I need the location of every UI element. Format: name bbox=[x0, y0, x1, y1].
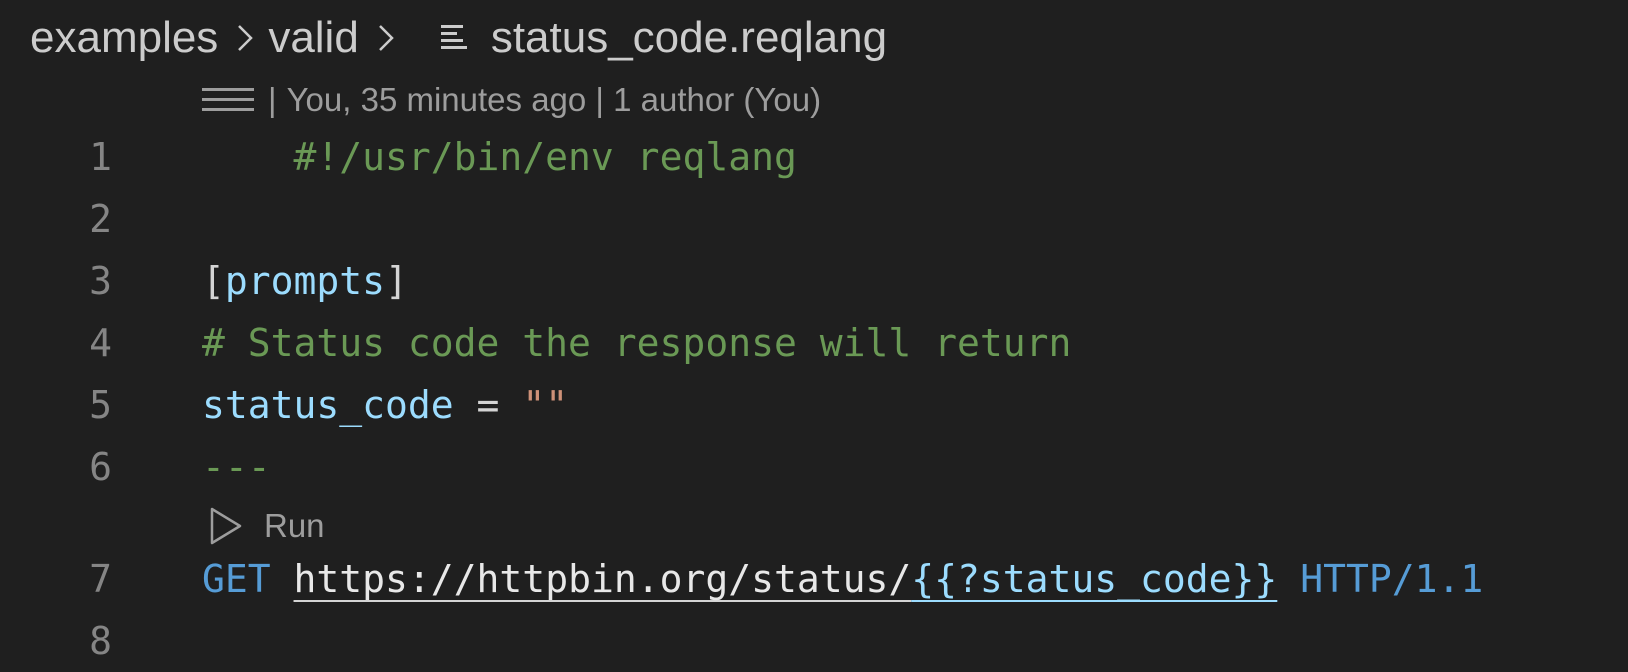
breadcrumb-file-name[interactable]: status_code.reqlang bbox=[491, 13, 887, 63]
breadcrumb-item-valid[interactable]: valid bbox=[268, 13, 359, 63]
chevron-right-icon bbox=[377, 23, 395, 53]
code-line: 7 GET https://httpbin.org/status/{{?stat… bbox=[0, 548, 1483, 610]
code-content[interactable]: # Status code the response will return bbox=[202, 321, 1071, 365]
http-method: GET bbox=[202, 557, 271, 601]
delimiter: --- bbox=[202, 445, 271, 489]
breadcrumb-item-examples[interactable]: examples bbox=[30, 13, 218, 63]
request-url[interactable]: https://httpbin.org/status/ bbox=[294, 557, 912, 601]
code-content[interactable]: [prompts] bbox=[202, 259, 408, 303]
code-content[interactable]: --- bbox=[202, 445, 271, 489]
code-content[interactable]: #!/usr/bin/env reqlang bbox=[202, 91, 797, 223]
comment: # Status code the response will return bbox=[202, 321, 1072, 365]
prompt-value: "" bbox=[522, 383, 569, 427]
section-name: prompts bbox=[224, 259, 386, 303]
shebang: #!/usr/bin/env reqlang bbox=[293, 135, 797, 179]
code-line: 1 #!/usr/bin/env reqlang bbox=[0, 126, 797, 188]
line-number: 8 bbox=[89, 619, 112, 663]
line-number: 2 bbox=[89, 197, 112, 241]
http-protocol: HTTP/1.1 bbox=[1300, 557, 1484, 601]
line-number: 3 bbox=[89, 259, 112, 303]
prompt-key: status_code bbox=[202, 383, 454, 427]
run-label[interactable]: Run bbox=[264, 507, 325, 545]
chevron-right-icon bbox=[236, 23, 254, 53]
code-content[interactable]: status_code = "" bbox=[202, 383, 568, 427]
run-codelens[interactable]: Run bbox=[208, 498, 325, 554]
code-line: 2 bbox=[0, 188, 112, 250]
play-outline-icon[interactable] bbox=[208, 506, 244, 546]
line-number: 7 bbox=[89, 557, 112, 601]
line-number: 4 bbox=[89, 321, 112, 365]
code-line: 3 [prompts] bbox=[0, 250, 408, 312]
section-close-bracket: ] bbox=[385, 259, 408, 303]
breadcrumb: examples valid status_code.reqlang bbox=[30, 0, 887, 75]
file-lines-icon bbox=[439, 22, 469, 54]
code-line: 6 --- bbox=[0, 436, 271, 498]
code-line: 8 bbox=[0, 610, 112, 672]
line-number: 1 bbox=[89, 135, 112, 179]
code-content[interactable]: GET https://httpbin.org/status/{{?status… bbox=[202, 557, 1483, 601]
section-open-bracket: [ bbox=[202, 259, 225, 303]
code-line: 4 # Status code the response will return bbox=[0, 312, 1071, 374]
line-number: 6 bbox=[89, 445, 112, 489]
url-template-reference[interactable]: {{?status_code}} bbox=[911, 557, 1277, 601]
code-line: 5 status_code = "" bbox=[0, 374, 568, 436]
line-number: 5 bbox=[89, 383, 112, 427]
assign-operator: = bbox=[453, 383, 523, 427]
